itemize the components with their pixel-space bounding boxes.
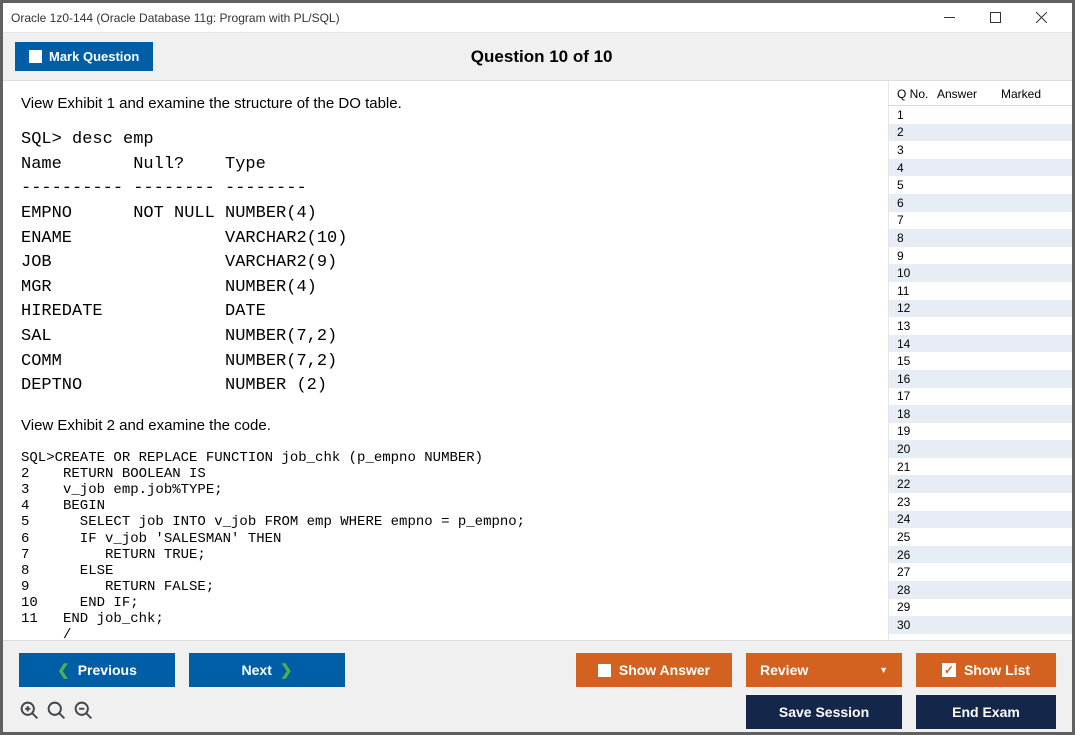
minimize-button[interactable] — [926, 3, 972, 33]
list-item[interactable]: 9 — [889, 247, 1072, 265]
list-item[interactable]: 2 — [889, 124, 1072, 142]
list-item[interactable]: 24 — [889, 511, 1072, 529]
show-answer-button[interactable]: Show Answer — [576, 653, 732, 687]
list-item[interactable]: 30 — [889, 616, 1072, 634]
save-session-button[interactable]: Save Session — [746, 695, 902, 729]
list-item[interactable]: 26 — [889, 546, 1072, 564]
main-area: View Exhibit 1 and examine the structure… — [3, 81, 1072, 640]
chevron-left-icon: ❮ — [57, 661, 70, 679]
list-item[interactable]: 7 — [889, 212, 1072, 230]
checkbox-icon — [598, 664, 611, 677]
list-item[interactable]: 8 — [889, 229, 1072, 247]
list-item[interactable]: 12 — [889, 300, 1072, 318]
zoom-out-icon[interactable] — [73, 700, 94, 724]
instruction-2: View Exhibit 2 and examine the code. — [21, 417, 870, 434]
maximize-button[interactable] — [972, 3, 1018, 33]
list-item[interactable]: 29 — [889, 599, 1072, 617]
previous-label: Previous — [78, 662, 137, 678]
list-item[interactable]: 14 — [889, 335, 1072, 353]
next-button[interactable]: Next ❯ — [189, 653, 345, 687]
list-item[interactable]: 15 — [889, 352, 1072, 370]
show-list-label: Show List — [964, 662, 1030, 678]
list-item[interactable]: 3 — [889, 141, 1072, 159]
zoom-in-icon[interactable] — [19, 700, 40, 724]
chevron-right-icon: ❯ — [280, 661, 293, 679]
list-item[interactable]: 27 — [889, 563, 1072, 581]
list-item[interactable]: 21 — [889, 458, 1072, 476]
end-exam-label: End Exam — [952, 704, 1020, 720]
list-item[interactable]: 13 — [889, 317, 1072, 335]
list-item[interactable]: 5 — [889, 176, 1072, 194]
toolbar: Mark Question Question 10 of 10 — [3, 33, 1072, 81]
header-answer: Answer — [937, 87, 1001, 101]
question-list-rows[interactable]: 1234567891011121314151617181920212223242… — [889, 106, 1072, 640]
close-button[interactable] — [1018, 3, 1064, 33]
list-item[interactable]: 23 — [889, 493, 1072, 511]
question-list-panel: Q No. Answer Marked 12345678910111213141… — [888, 81, 1072, 640]
previous-button[interactable]: ❮ Previous — [19, 653, 175, 687]
window-title: Oracle 1z0-144 (Oracle Database 11g: Pro… — [11, 11, 340, 25]
list-item[interactable]: 18 — [889, 405, 1072, 423]
end-exam-button[interactable]: End Exam — [916, 695, 1056, 729]
list-item[interactable]: 25 — [889, 528, 1072, 546]
list-item[interactable]: 22 — [889, 475, 1072, 493]
header-qno: Q No. — [897, 87, 937, 101]
window-controls — [926, 3, 1064, 33]
list-item[interactable]: 11 — [889, 282, 1072, 300]
list-item[interactable]: 17 — [889, 388, 1072, 406]
instruction-1: View Exhibit 1 and examine the structure… — [21, 95, 870, 112]
save-session-label: Save Session — [779, 704, 869, 720]
review-label: Review — [760, 662, 808, 678]
window-titlebar: Oracle 1z0-144 (Oracle Database 11g: Pro… — [3, 3, 1072, 33]
question-list-header: Q No. Answer Marked — [889, 81, 1072, 106]
review-button[interactable]: Review ▼ — [746, 653, 902, 687]
list-item[interactable]: 6 — [889, 194, 1072, 212]
footer: ❮ Previous Next ❯ Show Answer Review ▼ ✓… — [3, 640, 1072, 732]
checked-icon: ✓ — [942, 663, 956, 677]
list-item[interactable]: 16 — [889, 370, 1072, 388]
exhibit-1-code: SQL> desc emp Name Null? Type ----------… — [21, 128, 870, 399]
show-list-button[interactable]: ✓ Show List — [916, 653, 1056, 687]
triangle-down-icon: ▼ — [879, 665, 888, 675]
next-label: Next — [242, 662, 272, 678]
question-counter: Question 10 of 10 — [23, 47, 1060, 67]
list-item[interactable]: 28 — [889, 581, 1072, 599]
exhibit-2-code: SQL>CREATE OR REPLACE FUNCTION job_chk (… — [21, 450, 870, 640]
list-item[interactable]: 20 — [889, 440, 1072, 458]
show-answer-label: Show Answer — [619, 662, 710, 678]
list-item[interactable]: 4 — [889, 159, 1072, 177]
zoom-reset-icon[interactable] — [46, 700, 67, 724]
list-item[interactable]: 1 — [889, 106, 1072, 124]
zoom-controls — [19, 700, 94, 724]
question-content[interactable]: View Exhibit 1 and examine the structure… — [3, 81, 888, 640]
header-marked: Marked — [1001, 87, 1041, 101]
list-item[interactable]: 19 — [889, 423, 1072, 441]
list-item[interactable]: 10 — [889, 264, 1072, 282]
